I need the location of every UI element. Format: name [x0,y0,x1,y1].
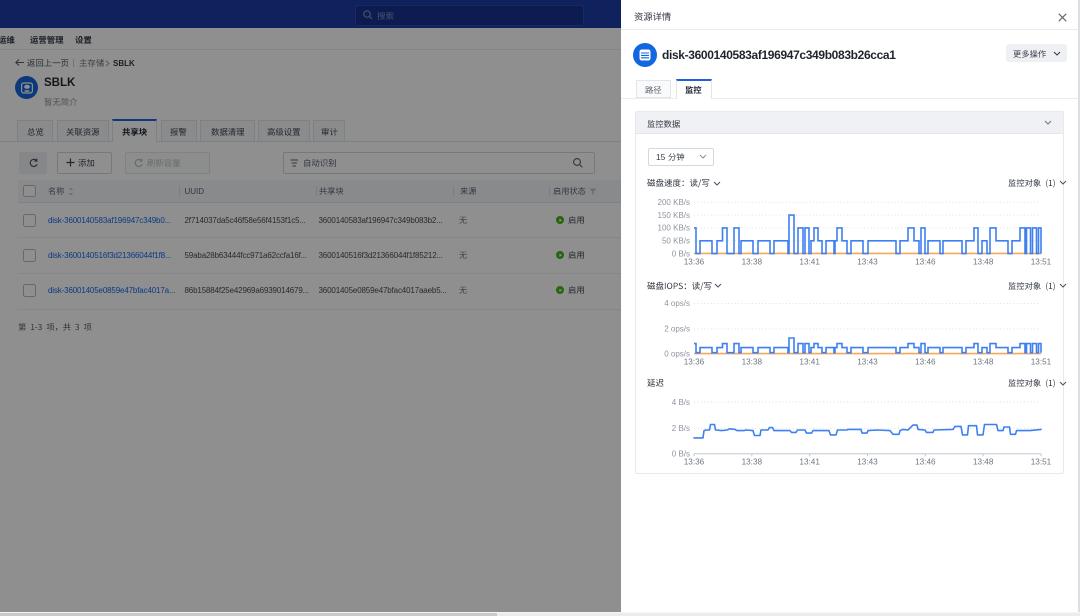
svg-text:13:48: 13:48 [973,258,994,267]
svg-text:4 ops/s: 4 ops/s [664,299,690,308]
svg-text:2 ops/s: 2 ops/s [664,325,690,334]
svg-text:13:36: 13:36 [684,358,705,367]
svg-text:13:46: 13:46 [915,258,936,267]
svg-text:13:36: 13:36 [684,458,705,467]
svg-text:4 B/s: 4 B/s [672,398,690,407]
svg-text:13:38: 13:38 [742,258,763,267]
svg-text:13:43: 13:43 [857,258,878,267]
svg-text:13:41: 13:41 [799,358,820,367]
svg-text:13:36: 13:36 [684,258,705,267]
svg-text:100 KB/s: 100 KB/s [658,224,690,233]
svg-text:13:46: 13:46 [915,458,936,467]
svg-text:13:48: 13:48 [973,458,994,467]
svg-text:200 KB/s: 200 KB/s [658,198,690,207]
svg-text:13:41: 13:41 [799,258,820,267]
svg-text:13:46: 13:46 [915,358,936,367]
svg-text:2 B/s: 2 B/s [672,424,690,433]
svg-text:13:41: 13:41 [799,458,820,467]
svg-text:13:38: 13:38 [742,358,763,367]
svg-text:13:48: 13:48 [973,358,994,367]
svg-text:50 KB/s: 50 KB/s [662,237,690,246]
svg-text:13:38: 13:38 [742,458,763,467]
svg-text:13:51: 13:51 [1031,258,1052,267]
svg-text:13:43: 13:43 [857,458,878,467]
svg-text:13:51: 13:51 [1031,458,1052,467]
svg-text:13:43: 13:43 [857,358,878,367]
svg-text:150 KB/s: 150 KB/s [658,211,690,220]
svg-text:13:51: 13:51 [1031,358,1052,367]
